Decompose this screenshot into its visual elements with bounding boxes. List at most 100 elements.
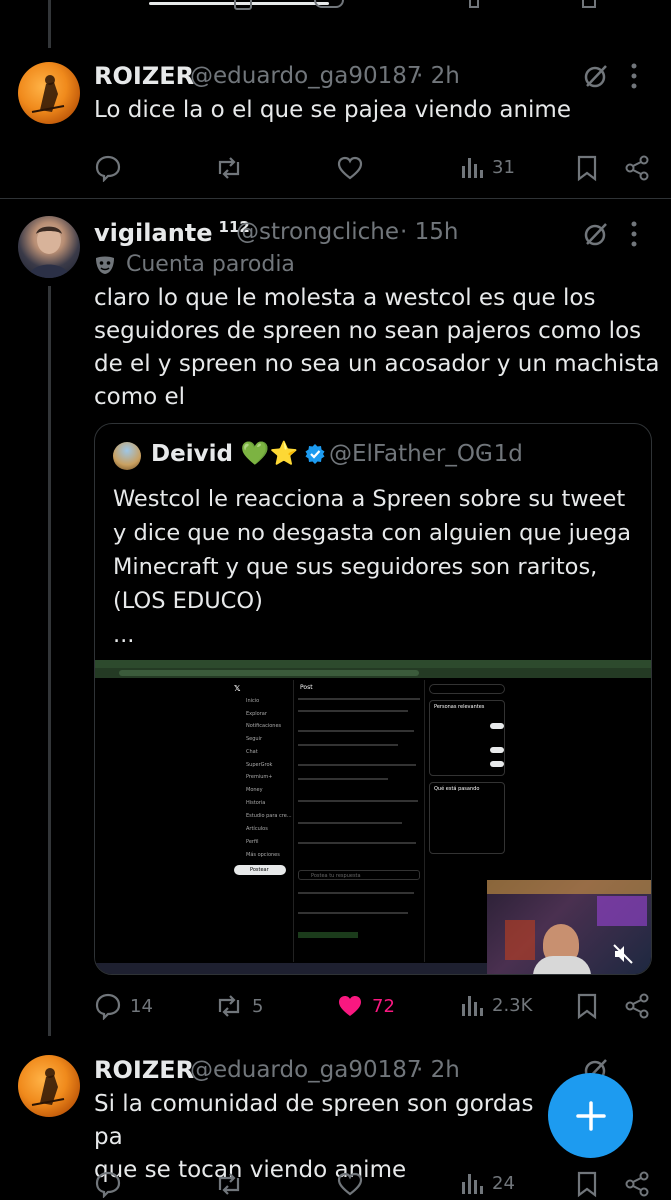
quote-author[interactable]: Deivid 💚⭐	[151, 440, 326, 467]
like-button[interactable]	[336, 1170, 364, 1198]
share-button[interactable]	[624, 992, 650, 1020]
views-icon	[462, 996, 483, 1016]
share-button[interactable]	[624, 154, 650, 182]
bookmark-icon	[577, 993, 597, 1020]
author-handle[interactable]: @eduardo_ga90187	[190, 63, 422, 89]
repost-button[interactable]	[214, 1170, 244, 1198]
repost-button[interactable]	[214, 154, 244, 182]
views-button[interactable]: 31	[460, 154, 515, 180]
views-count: 31	[492, 156, 515, 178]
embedded-nav-item: Premium+	[246, 774, 273, 780]
more-options-icon[interactable]	[630, 220, 638, 252]
repost-icon[interactable]	[234, 0, 252, 10]
views-count: 24	[492, 1172, 515, 1194]
plus-icon	[575, 1100, 606, 1131]
post-time[interactable]: · 15h	[400, 219, 458, 245]
embedded-post-label: Postear	[250, 867, 269, 873]
views-button[interactable]: 2.3K	[460, 992, 532, 1018]
heart-icon	[337, 1172, 363, 1196]
reply-icon	[95, 1171, 121, 1198]
views-button[interactable]: 24	[460, 1170, 515, 1196]
embedded-nav-item: Artículos	[246, 826, 268, 832]
views-count: 2.3K	[492, 994, 533, 1016]
reply-count: 14	[130, 995, 153, 1017]
embedded-header: Post	[300, 684, 313, 691]
text-line: seguidores de spreen no sean pajeros com…	[94, 318, 642, 344]
reply-button[interactable]	[94, 154, 122, 182]
embedded-nav-item: Perfil	[246, 839, 259, 845]
grok-icon[interactable]	[582, 62, 610, 94]
reply-button[interactable]: 14	[94, 992, 153, 1020]
embedded-right-title: Personas relevantes	[434, 704, 485, 710]
embedded-nav-item: Notificaciones	[246, 723, 282, 729]
embedded-nav-item: Estudio para cre...	[246, 813, 292, 819]
repost-button[interactable]: 5	[214, 992, 263, 1020]
repost-icon	[218, 995, 240, 1017]
embedded-nav-item: Money	[246, 787, 263, 793]
grok-icon[interactable]	[582, 220, 610, 252]
text-line: de el y spreen no sea un acosador y un m…	[94, 351, 660, 377]
share-button[interactable]	[624, 1170, 650, 1198]
text-line: como el	[94, 384, 186, 410]
quote-author-name: Deivid 💚⭐	[151, 441, 299, 467]
bookmark-button[interactable]	[576, 154, 598, 182]
separator	[0, 198, 671, 199]
post-time[interactable]: · 2h	[416, 63, 460, 89]
text-line: Westcol le reacciona a Spreen sobre su t…	[113, 486, 626, 512]
more-options-icon[interactable]	[630, 62, 638, 94]
reply-button[interactable]	[94, 1170, 122, 1198]
windows-taskbar	[95, 963, 487, 974]
avatar[interactable]	[18, 62, 80, 124]
top-partial-actions	[94, 0, 654, 22]
reply-text: claro lo que le molesta a westcol es que…	[94, 282, 664, 414]
bookmark-icon[interactable]	[582, 0, 596, 8]
author-handle[interactable]: @strongcliche	[236, 219, 399, 245]
post-time[interactable]: · 2h	[416, 1057, 460, 1083]
like-button[interactable]	[336, 154, 364, 182]
thread-line	[48, 0, 51, 48]
reply-text: Lo dice la o el que se pajea viendo anim…	[94, 97, 571, 123]
thread-line	[48, 286, 51, 1036]
mask-icon	[96, 256, 114, 274]
avatar[interactable]	[18, 216, 80, 278]
text-line: ...	[113, 622, 135, 648]
quoted-tweet[interactable]: Deivid 💚⭐ @ElFather_OG · 1d Westcol le r…	[94, 423, 652, 975]
views-icon[interactable]	[469, 0, 479, 8]
text-line: Si la comunidad de spreen son gordas pa	[94, 1091, 534, 1150]
bookmark-icon	[577, 1171, 597, 1198]
avatar[interactable]	[18, 1055, 80, 1117]
parody-badge: Cuenta parodia	[94, 252, 295, 277]
quote-avatar[interactable]	[113, 442, 141, 470]
repost-count: 5	[252, 995, 264, 1017]
text-line: (LOS EDUCO)	[113, 588, 263, 614]
compose-button[interactable]	[548, 1073, 633, 1158]
quote-time[interactable]: · 1d	[479, 441, 523, 467]
author-name[interactable]: ROIZER	[94, 62, 194, 90]
like-icon[interactable]	[314, 0, 344, 8]
like-button[interactable]: 72	[336, 992, 395, 1020]
browser-url	[119, 670, 419, 676]
heart-filled-icon	[339, 996, 361, 1016]
bookmark-button[interactable]	[576, 1170, 598, 1198]
author-handle[interactable]: @eduardo_ga90187	[190, 1057, 422, 1083]
text-line: Minecraft y que sus seguidores son rarit…	[113, 554, 598, 580]
author-name[interactable]: vigilante 112	[94, 218, 250, 247]
like-count: 72	[372, 995, 395, 1017]
embedded-nav-item: Explorar	[246, 711, 267, 717]
embedded-nav-item: SuperGrok	[246, 762, 273, 768]
embedded-post-button: Postear	[234, 865, 286, 875]
embedded-nav-item: Seguir	[246, 736, 263, 742]
bookmark-button[interactable]	[576, 992, 598, 1020]
repost-icon	[218, 1173, 240, 1195]
embedded-nav-item: Historia	[246, 800, 266, 806]
quote-media[interactable]: 𝕏 Inicio Explorar Notificaciones Seguir …	[95, 660, 651, 974]
quote-handle[interactable]: @ElFather_OG	[329, 441, 493, 467]
muted-icon[interactable]	[611, 942, 635, 966]
embedded-sidebar: 𝕏 Inicio Explorar Notificaciones Seguir …	[234, 684, 292, 875]
browser-tabbar	[95, 660, 651, 668]
parody-label: Cuenta parodia	[126, 252, 295, 277]
verified-badge-icon	[305, 443, 325, 464]
embedded-reply-placeholder: Postea tu respuesta	[311, 873, 361, 879]
quote-text: Westcol le reacciona a Spreen sobre su t…	[113, 482, 643, 652]
author-name[interactable]: ROIZER	[94, 1056, 194, 1084]
